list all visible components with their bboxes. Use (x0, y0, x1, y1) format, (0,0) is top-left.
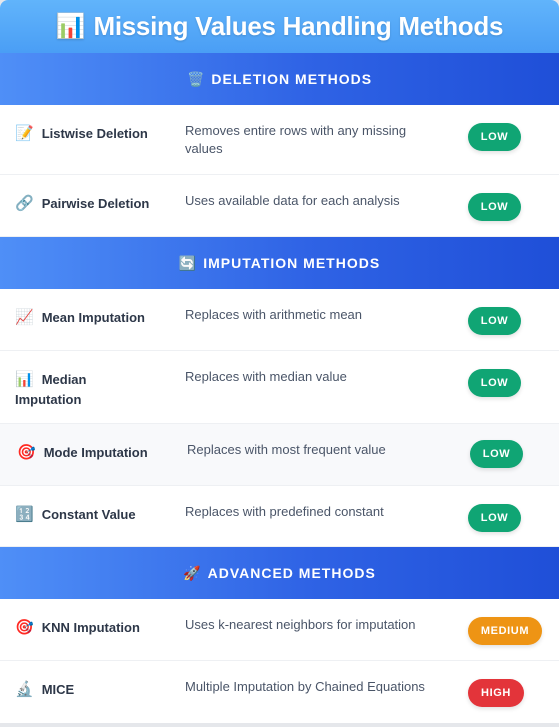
method-row-knn-imputation: 🎯 KNN Imputation Uses k-nearest neighbors… (0, 599, 559, 661)
link-icon: 🔗 (15, 195, 34, 212)
section-title: DELETION METHODS (211, 71, 373, 87)
method-name: 📊 Median Imputation (15, 370, 125, 410)
method-description: Replaces with predefined constant (185, 504, 384, 519)
method-row-listwise-deletion: 📝 Listwise Deletion Removes entire rows w… (0, 105, 559, 175)
bar-chart-icon: 📊 (15, 371, 34, 388)
complexity-badge: LOW (468, 504, 521, 532)
chart-icon: 📊 (55, 13, 86, 40)
target-icon: 🎯 (17, 444, 36, 461)
method-name: 🔢 Constant Value (15, 505, 165, 525)
method-description: Replaces with most frequent value (187, 442, 386, 457)
chart-increasing-icon: 📈 (15, 309, 34, 326)
method-name-text: Pairwise Deletion (41, 196, 150, 211)
complexity-badge: LOW (468, 123, 521, 151)
section-header-imputation: 🔄 IMPUTATION METHODS (0, 237, 559, 289)
methods-card: 📊 Missing Values Handling Methods 🗑️ DEL… (0, 0, 559, 723)
method-row-mode-imputation[interactable]: 🎯 Mode Imputation Replaces with most freq… (0, 424, 559, 486)
page-title-text: Missing Values Handling Methods (93, 11, 504, 41)
method-name: 📝 Listwise Deletion (15, 124, 165, 144)
method-name: 🔬 MICE (15, 680, 165, 700)
complexity-badge: HIGH (468, 679, 524, 707)
method-name: 📈 Mean Imputation (15, 308, 165, 328)
section-title: ADVANCED METHODS (207, 565, 376, 581)
method-description: Multiple Imputation by Chained Equations (185, 679, 425, 694)
method-description: Uses available data for each analysis (185, 193, 400, 208)
trash-icon: 🗑️ (186, 70, 205, 87)
section-header-advanced: 🚀 ADVANCED METHODS (0, 547, 559, 599)
complexity-badge: LOW (470, 440, 523, 468)
complexity-badge: LOW (468, 369, 521, 397)
complexity-badge: LOW (468, 307, 521, 335)
page-title: 📊 Missing Values Handling Methods (0, 0, 559, 53)
rocket-icon: 🚀 (183, 564, 201, 581)
method-description: Uses k-nearest neighbors for imputation (185, 617, 416, 632)
method-name: 🔗 Pairwise Deletion (15, 194, 165, 214)
method-name-text: Constant Value (41, 507, 136, 522)
microscope-icon: 🔬 (15, 681, 34, 698)
method-name: 🎯 Mode Imputation (17, 443, 167, 463)
complexity-badge: MEDIUM (468, 617, 542, 645)
method-row-median-imputation: 📊 Median Imputation Replaces with median … (0, 351, 559, 424)
target-icon: 🎯 (15, 619, 34, 636)
section-title: IMPUTATION METHODS (203, 255, 381, 271)
section-header-deletion: 🗑️ DELETION METHODS (0, 53, 559, 105)
method-row-constant-value: 🔢 Constant Value Replaces with predefined… (0, 486, 559, 547)
method-description: Replaces with median value (185, 369, 347, 384)
method-name: 🎯 KNN Imputation (15, 618, 165, 638)
method-name-text: Mode Imputation (43, 445, 148, 460)
method-name-text: Listwise Deletion (41, 126, 148, 141)
method-row-mean-imputation: 📈 Mean Imputation Replaces with arithmeti… (0, 289, 559, 351)
complexity-badge: LOW (468, 193, 521, 221)
memo-icon: 📝 (15, 125, 34, 142)
method-row-mice: 🔬 MICE Multiple Imputation by Chained Equ… (0, 661, 559, 723)
method-description: Removes entire rows with any missing val… (185, 123, 407, 156)
method-name-text: KNN Imputation (41, 620, 140, 635)
method-description: Replaces with arithmetic mean (185, 307, 363, 322)
method-row-pairwise-deletion: 🔗 Pairwise Deletion Uses available data f… (0, 175, 559, 237)
numbers-icon: 🔢 (15, 506, 34, 523)
method-name-text: Mean Imputation (41, 310, 145, 325)
method-name-text: MICE (41, 682, 75, 697)
refresh-icon: 🔄 (178, 254, 197, 271)
